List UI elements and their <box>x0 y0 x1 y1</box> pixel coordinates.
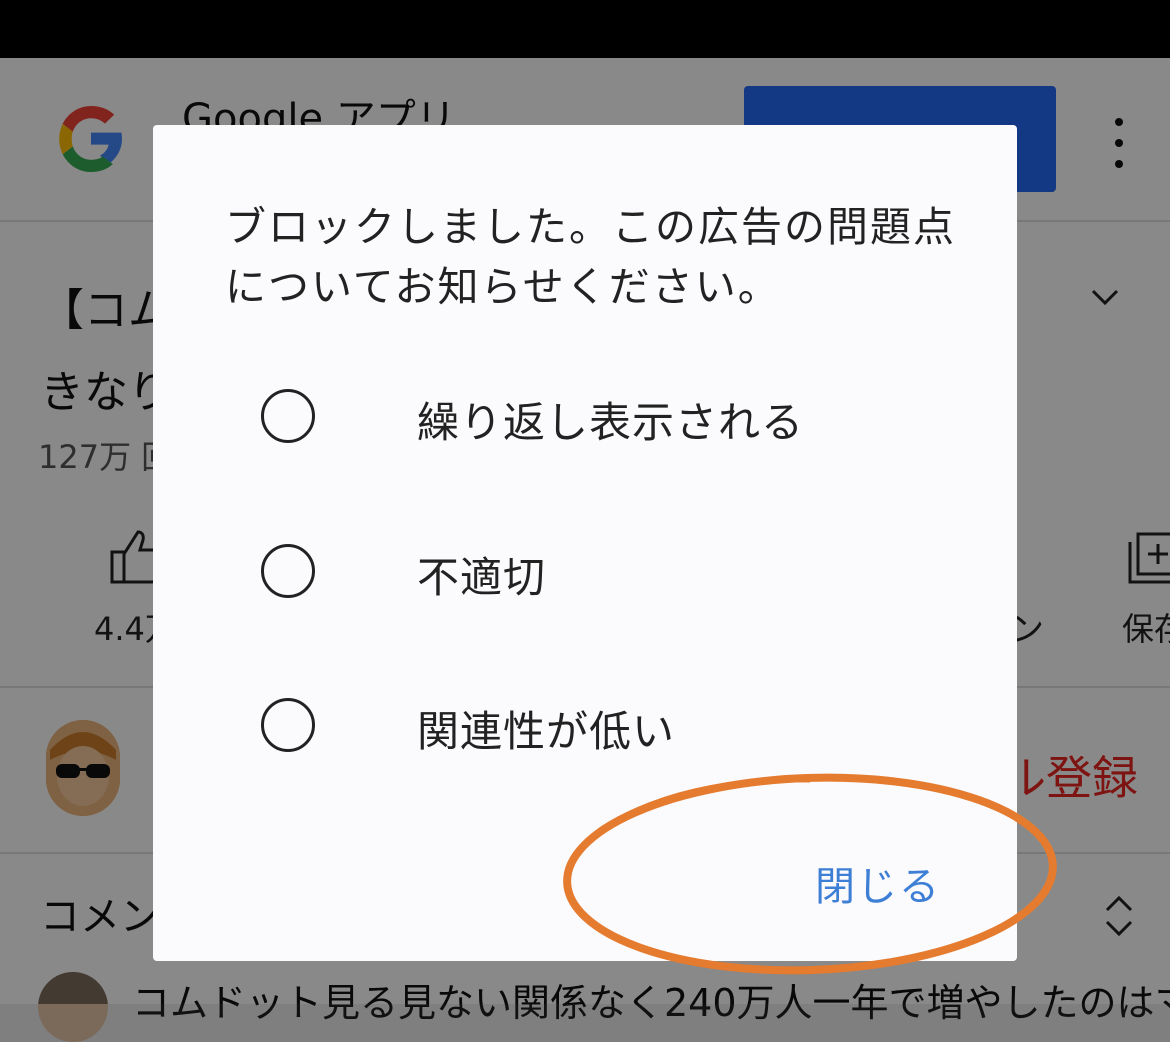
option-label: 繰り返し表示される <box>417 398 805 447</box>
status-bar <box>0 0 1170 58</box>
option-label: 関連性が低い <box>417 707 676 756</box>
radio-button[interactable] <box>261 544 315 598</box>
radio-button[interactable] <box>261 698 315 752</box>
option-irrelevant[interactable]: 関連性が低い <box>153 670 1017 780</box>
radio-button[interactable] <box>261 389 315 443</box>
option-label: 不適切 <box>417 553 547 602</box>
dialog-title: ブロックしました。この広告の問題点についてお知らせください。 <box>225 203 956 311</box>
annotation-circle <box>563 773 1057 975</box>
option-inappropriate[interactable]: 不適切 <box>153 516 1017 626</box>
option-repetitive[interactable]: 繰り返し表示される <box>153 361 1017 471</box>
